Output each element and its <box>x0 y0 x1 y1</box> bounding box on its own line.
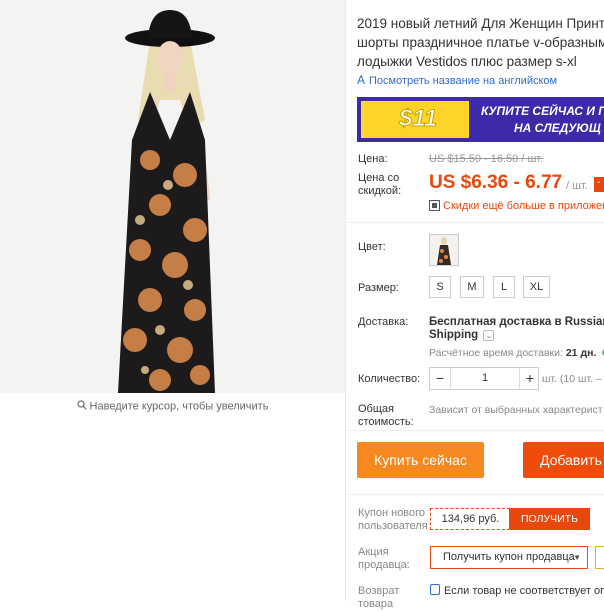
new-user-coupon-label: Купон нового пользователя <box>358 507 428 532</box>
returns-label: Возврат товара <box>358 585 400 610</box>
promo-price: $11 <box>398 105 438 133</box>
size-option-s[interactable]: S <box>429 276 451 298</box>
per-unit: / шт. <box>566 180 588 192</box>
quantity-stepper: − 1 + <box>429 367 539 390</box>
zoom-hint-text: Наведите курсор, чтобы увеличить <box>89 400 269 413</box>
quantity-available: шт. (10 шт. – макс <box>542 373 604 385</box>
divider <box>345 222 604 223</box>
quantity-input[interactable]: 1 <box>450 368 520 389</box>
quantity-decrease-button[interactable]: − <box>430 368 450 389</box>
returns-text-value: Если товар не соответствует опи <box>444 585 604 597</box>
zoom-hint: Наведите курсор, чтобы увеличить <box>0 400 345 413</box>
discount-price-label: Цена со скидкой: <box>358 172 402 197</box>
qr-code-icon <box>429 200 440 211</box>
model-photo <box>0 0 345 393</box>
shipping-selector[interactable]: Shipping ⌄ <box>429 329 495 341</box>
promo-banner[interactable]: $11 КУПИТЕ СЕЙЧАС И П НА СЛЕДУЮЩ <box>357 97 604 142</box>
color-swatch[interactable] <box>429 234 459 266</box>
seller-promo-label: Акция продавца: <box>358 546 410 571</box>
seller-extra-box[interactable] <box>595 546 604 569</box>
promo-text-line2: НА СЛЕДУЮЩ <box>514 121 601 135</box>
translate-link-text: Посмотреть название на английском <box>369 75 558 87</box>
quantity-increase-button[interactable]: + <box>520 368 540 389</box>
estimated-delivery: Расчётное время доставки: 21 дн. <box>429 347 604 359</box>
product-title: 2019 новый летний Для Женщин Принто шорт… <box>357 14 604 71</box>
app-discount-text: Скидки ещё больше в приложен <box>443 200 604 212</box>
title-line: лодыжки Vestidos плюс размер s-xl <box>357 54 577 69</box>
shipping-text: Shipping <box>429 329 479 341</box>
color-swatch-image <box>430 235 458 265</box>
translate-icon: A <box>357 73 366 87</box>
coupon-amount: 134,96 руб. <box>430 508 510 530</box>
total-label: Общая стоимость: <box>358 403 414 428</box>
delivery-free: Бесплатная доставка в Russian Fe <box>429 316 604 328</box>
caret-down-icon: ▼ <box>573 553 581 562</box>
translate-link[interactable]: A Посмотреть название на английском <box>357 73 557 87</box>
title-line: шорты праздничное платье v-образным <box>357 35 604 50</box>
size-option-xl[interactable]: XL <box>523 276 550 298</box>
get-coupon-button[interactable]: ПОЛУЧИТЬ <box>509 508 590 530</box>
price-label: Цена: <box>358 153 388 165</box>
total-value: Зависит от выбранных характерист <box>429 404 603 416</box>
size-option-m[interactable]: M <box>460 276 484 298</box>
divider <box>345 494 604 495</box>
divider <box>345 430 604 431</box>
seller-coupon-select[interactable]: Получить купон продавца ▼ <box>430 546 588 569</box>
magnifier-icon <box>76 400 87 413</box>
buy-now-button[interactable]: Купить сейчас <box>357 442 484 478</box>
returns-text: Если товар не соответствует опи <box>430 584 604 597</box>
title-line: 2019 новый летний Для Женщин Принто <box>357 16 604 31</box>
discount-badge: - <box>594 177 604 192</box>
product-image[interactable] <box>0 0 345 393</box>
add-to-cart-button[interactable]: Добавить <box>523 442 604 478</box>
size-option-l[interactable]: L <box>493 276 515 298</box>
delivery-label: Доставка: <box>358 316 409 328</box>
shield-icon <box>430 584 440 595</box>
color-label: Цвет: <box>358 241 386 253</box>
size-label: Размер: <box>358 282 399 294</box>
chevron-down-icon[interactable]: ⌄ <box>483 330 495 341</box>
estimated-delivery-label: Расчётное время доставки: <box>429 347 563 359</box>
promo-price-tag: $11 <box>361 101 469 138</box>
quantity-label: Количество: <box>358 373 421 385</box>
estimated-delivery-value: 21 дн. <box>565 347 597 359</box>
original-price: US $15.50 - 16.50 / шт. <box>429 153 544 165</box>
seller-coupon-select-text: Получить купон продавца <box>443 551 575 563</box>
app-discount-link[interactable]: Скидки ещё больше в приложен <box>429 200 604 212</box>
promo-text-line1: КУПИТЕ СЕЙЧАС И П <box>481 104 604 118</box>
discount-price: US $6.36 - 6.77 <box>429 172 563 193</box>
